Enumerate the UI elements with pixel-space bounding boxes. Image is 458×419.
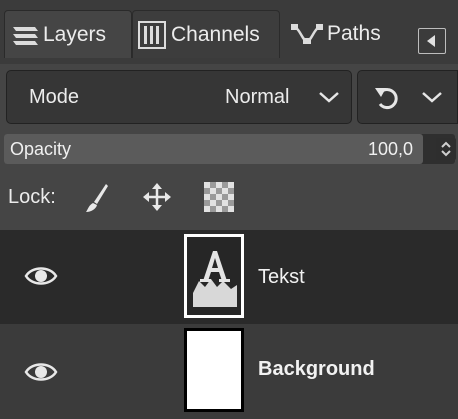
tab-layers-label: Layers bbox=[43, 22, 107, 46]
tab-channels[interactable]: Channels bbox=[132, 10, 280, 58]
mode-value: Normal bbox=[225, 86, 290, 108]
layers-icon bbox=[11, 22, 39, 48]
eye-icon[interactable] bbox=[24, 264, 58, 293]
tab-channels-label: Channels bbox=[171, 22, 260, 46]
mode-selector[interactable]: Mode Normal bbox=[6, 70, 352, 124]
paths-icon bbox=[290, 21, 324, 47]
mode-label: Mode bbox=[29, 86, 80, 108]
layer-thumbnail-background bbox=[184, 328, 244, 412]
tab-paths-label: Paths bbox=[327, 22, 381, 45]
layer-name[interactable]: Background bbox=[258, 358, 375, 381]
mode-reset-dropdown[interactable] bbox=[357, 70, 458, 124]
opacity-label: Opacity bbox=[10, 139, 72, 159]
dock-tab-bar: Layers Channels Paths bbox=[0, 0, 458, 64]
lock-pixels-icon[interactable] bbox=[84, 182, 110, 219]
tab-layers[interactable]: Layers bbox=[4, 10, 132, 58]
opacity-value: 100,0 bbox=[368, 139, 414, 159]
dock-menu-button[interactable] bbox=[418, 28, 446, 54]
lock-label: Lock: bbox=[8, 186, 56, 208]
layer-name[interactable]: Tekst bbox=[258, 266, 305, 289]
reset-icon bbox=[372, 84, 402, 117]
lock-position-icon[interactable] bbox=[142, 182, 172, 217]
opacity-slider[interactable]: Opacity 100,0 bbox=[4, 134, 456, 164]
tab-paths[interactable]: Paths bbox=[282, 10, 406, 58]
lock-row: Lock: bbox=[0, 172, 458, 224]
layer-row-background[interactable]: Background bbox=[0, 324, 458, 419]
eye-icon[interactable] bbox=[24, 360, 58, 389]
layer-row-tekst[interactable]: Tekst bbox=[0, 230, 458, 324]
chevron-down-icon bbox=[420, 89, 444, 110]
layer-thumbnail-text bbox=[184, 234, 244, 318]
lock-alpha-icon[interactable] bbox=[204, 182, 234, 217]
chevron-down-icon bbox=[317, 89, 341, 110]
channels-icon bbox=[137, 20, 167, 50]
opacity-spin-button[interactable] bbox=[436, 138, 456, 160]
text-layer-icon bbox=[191, 245, 239, 314]
